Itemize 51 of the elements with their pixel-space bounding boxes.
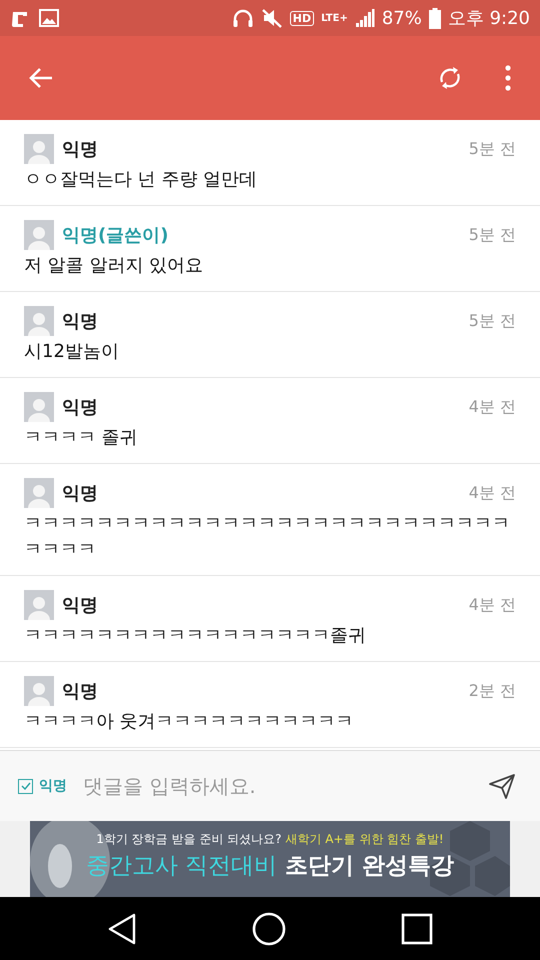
comment-text: ㅋㅋㅋㅋㅋㅋㅋㅋㅋㅋㅋㅋㅋㅋㅋㅋㅋ졸귀 <box>24 624 367 648</box>
send-icon[interactable] <box>488 772 516 800</box>
signal-icon <box>354 8 375 28</box>
author-name: 익명 <box>62 482 99 505</box>
comment-time: 4분 전 <box>468 396 516 418</box>
ad-highlight: 새학기 A+를 위한 힘찬 출발! <box>285 832 444 846</box>
comment-text: ㅋㅋㅋㅋㅋㅋㅋㅋㅋㅋㅋㅋㅋㅋㅋㅋㅋㅋㅋㅋㅋㅋㅋㅋㅋㅋㅋㅋㅋㅋㅋ <box>24 512 511 562</box>
image-icon <box>39 9 59 27</box>
avatar-icon <box>24 676 54 706</box>
author-name: 익명 <box>62 594 99 617</box>
avatar-icon <box>24 392 54 422</box>
recent-apps-icon[interactable] <box>400 912 433 944</box>
avatar-icon <box>24 306 54 336</box>
comment-time: 4분 전 <box>468 594 516 616</box>
clock: 오후 9:20 <box>448 7 530 30</box>
comment-text: 시12발놈이 <box>24 340 120 364</box>
avatar-icon <box>24 134 54 164</box>
back-arrow-icon[interactable] <box>28 66 54 90</box>
battery-icon <box>428 8 441 28</box>
network-type: LTE+ <box>321 12 348 24</box>
comment-time: 2분 전 <box>468 680 516 702</box>
comment-time: 5분 전 <box>468 138 516 160</box>
hd-indicator: HD <box>290 10 314 26</box>
author-name: 익명 <box>62 396 99 419</box>
checkmark-icon <box>20 782 30 790</box>
author-name: 익명 <box>62 310 99 333</box>
more-menu-icon[interactable] <box>504 65 512 91</box>
home-icon[interactable] <box>252 912 286 946</box>
back-icon[interactable] <box>107 912 138 944</box>
anonymous-checkbox[interactable] <box>18 778 33 794</box>
comment-time: 5분 전 <box>468 310 516 332</box>
ad-headline-strong: 초단기 완성특강 <box>285 853 454 879</box>
comment-text: ㅇㅇ잘먹는다 넌 주량 얼만데 <box>24 168 258 192</box>
author-name: 익명(글쓴이) <box>62 224 170 247</box>
ad-tagline: 1학기 장학금 받을 준비 되셨나요? <box>96 832 282 846</box>
comment-text: 저 알콜 알러지 있어요 <box>24 254 204 278</box>
mute-icon <box>260 8 283 28</box>
avatar-icon <box>24 478 54 508</box>
headphones-icon <box>232 8 254 28</box>
comment-input[interactable]: 댓글을 입력하세요. <box>81 773 482 799</box>
author-name: 익명 <box>62 680 99 703</box>
comment-text: ㅋㅋㅋㅋ아 웃겨ㅋㅋㅋㅋㅋㅋㅋㅋㅋㅋㅋ <box>24 710 355 734</box>
comment-text: ㅋㅋㅋㅋ 졸귀 <box>24 426 139 450</box>
ad-headline: 중간고사 직전대비 <box>86 853 278 879</box>
comment-time: 5분 전 <box>468 224 516 246</box>
battery-percent: 87% <box>382 8 422 28</box>
comment-time: 4분 전 <box>468 482 516 504</box>
author-name: 익명 <box>62 138 99 161</box>
avatar-icon <box>24 220 54 250</box>
avatar-icon <box>24 590 54 620</box>
anonymous-label: 익명 <box>39 777 67 795</box>
